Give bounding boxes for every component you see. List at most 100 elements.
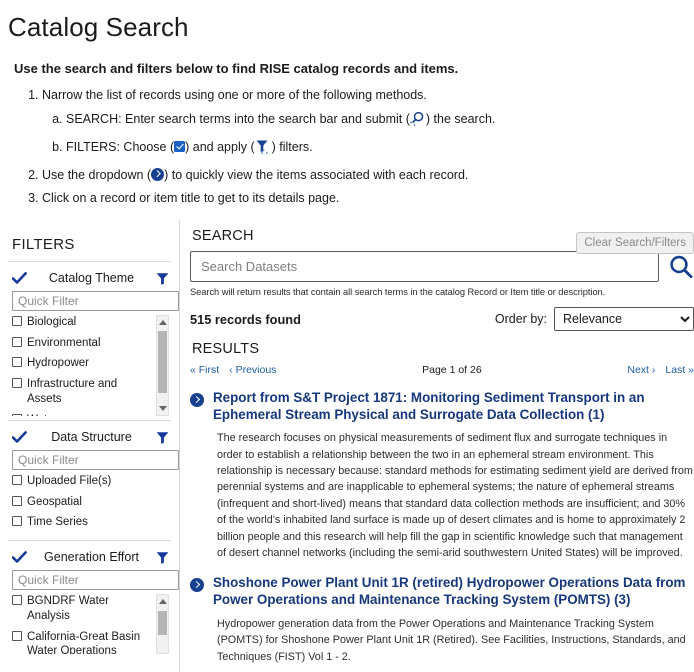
checkbox-icon[interactable] bbox=[12, 413, 22, 416]
scroll-down-arrow-icon[interactable] bbox=[157, 402, 168, 415]
check-icon[interactable] bbox=[12, 550, 27, 564]
clear-search-filters-button[interactable]: Clear Search/Filters bbox=[576, 232, 694, 254]
filter-option-label: California-Great Basin Water Operations … bbox=[27, 630, 141, 655]
checkbox-icon[interactable] bbox=[12, 516, 22, 527]
result-record-body: Report from S&T Project 1871: Monitoring… bbox=[213, 390, 694, 561]
facet-data-structure: Data Structure ✖ Uploaded File(s) Geospa… bbox=[8, 421, 179, 540]
filter-option[interactable]: California-Great Basin Water Operations … bbox=[12, 630, 151, 655]
quick-filter-input-data-structure[interactable] bbox=[12, 450, 179, 470]
facet-data-structure-header: Data Structure bbox=[8, 427, 171, 450]
checkbox-icon[interactable] bbox=[12, 495, 22, 506]
pagination-page-info: Page 1 of 26 bbox=[422, 364, 482, 376]
checkbox-icon[interactable] bbox=[12, 357, 22, 368]
instruction-step-1b-post: ) filters. bbox=[271, 140, 313, 155]
filter-option[interactable]: Infrastructure and Assets bbox=[12, 377, 151, 406]
catalog-search-page: Catalog Search Use the search and filter… bbox=[0, 12, 694, 672]
chevron-right-circle-icon[interactable] bbox=[190, 393, 204, 407]
result-record-description: The research focuses on physical measure… bbox=[217, 432, 693, 560]
pagination-next-link[interactable]: Next › bbox=[627, 364, 655, 376]
filter-option-label: Hydropower bbox=[27, 357, 89, 370]
chevron-right-circle-icon[interactable] bbox=[190, 578, 204, 593]
result-record-body: Shoshone Power Plant Unit 1R (retired) H… bbox=[213, 575, 694, 664]
pagination-first-link[interactable]: « First bbox=[190, 364, 219, 376]
result-record-title[interactable]: Report from S&T Project 1871: Monitoring… bbox=[213, 390, 694, 423]
order-by-select[interactable]: Relevance bbox=[554, 307, 694, 331]
expand-record-toggle[interactable] bbox=[190, 578, 204, 664]
instruction-step-1a-pre: SEARCH: Enter search terms into the sear… bbox=[66, 111, 410, 126]
search-bar-row bbox=[190, 251, 694, 282]
quick-filter-input-catalog-theme[interactable] bbox=[12, 291, 179, 311]
filter-option[interactable]: Time Series bbox=[12, 515, 171, 530]
filter-option-label: Environmental bbox=[27, 336, 101, 349]
order-by-group: Order by: Relevance bbox=[495, 307, 694, 331]
instruction-step-1a: SEARCH: Enter search terms into the sear… bbox=[66, 111, 694, 131]
search-icon[interactable] bbox=[668, 254, 694, 280]
checked-checkbox-icon bbox=[174, 141, 186, 153]
check-icon[interactable] bbox=[12, 430, 27, 444]
filter-option-label: BGNDRF Water Analysis bbox=[27, 595, 109, 622]
quick-filter-input-generation-effort[interactable] bbox=[12, 570, 179, 591]
scrollbar-thumb[interactable] bbox=[158, 331, 167, 393]
pagination-last-link[interactable]: Last » bbox=[665, 364, 694, 376]
scroll-up-arrow-icon[interactable] bbox=[157, 595, 168, 608]
facet-data-structure-title: Data Structure bbox=[51, 430, 132, 444]
filter-option[interactable]: BGNDRF Water Analysis bbox=[12, 594, 151, 623]
checkbox-icon[interactable] bbox=[12, 316, 22, 326]
funnel-icon[interactable] bbox=[156, 431, 169, 444]
filter-option[interactable]: Uploaded File(s) bbox=[12, 474, 171, 489]
facet-catalog-theme-quickfilter-row: ✖ bbox=[8, 291, 179, 311]
instruction-step-3: Click on a record or item title to get t… bbox=[42, 191, 694, 207]
pagination-previous-link[interactable]: ‹ Previous bbox=[229, 364, 276, 376]
filter-option[interactable]: Water bbox=[12, 413, 151, 416]
filter-option[interactable]: Geospatial bbox=[12, 495, 171, 510]
expand-record-toggle[interactable] bbox=[190, 393, 204, 561]
order-by-label: Order by: bbox=[494, 312, 547, 326]
checkbox-icon[interactable] bbox=[12, 336, 22, 347]
checkbox-icon[interactable] bbox=[12, 595, 22, 606]
scrollbar-thumb[interactable] bbox=[158, 611, 167, 636]
instruction-step-3-text: Click on a record or item title to get t… bbox=[42, 190, 340, 205]
facet-generation-effort-quickfilter-row: ✖ bbox=[8, 570, 179, 591]
pagination-right: Next › Last » bbox=[627, 364, 694, 376]
pagination: « First ‹ Previous Page 1 of 26 Next › L… bbox=[190, 364, 694, 376]
result-record-title[interactable]: Shoshone Power Plant Unit 1R (retired) H… bbox=[213, 575, 694, 608]
filter-option-label: Geospatial bbox=[27, 495, 82, 508]
intro-text: Use the search and filters below to find… bbox=[14, 61, 459, 76]
filter-option[interactable]: Environmental bbox=[12, 336, 151, 351]
search-input[interactable] bbox=[190, 251, 659, 282]
funnel-icon[interactable] bbox=[156, 272, 169, 285]
checkbox-icon[interactable] bbox=[12, 475, 22, 485]
filters-heading: FILTERS bbox=[12, 236, 75, 253]
result-record: Shoshone Power Plant Unit 1R (retired) H… bbox=[190, 575, 694, 664]
search-results-panel: SEARCH Clear Search/Filters Search will … bbox=[190, 220, 694, 672]
facet-data-structure-quickfilter-row: ✖ bbox=[8, 450, 179, 470]
filter-option-label: Water bbox=[27, 413, 151, 416]
filter-option-label: Time Series bbox=[27, 516, 88, 529]
instruction-step-1: Narrow the list of records using one or … bbox=[42, 88, 694, 159]
check-icon[interactable] bbox=[12, 271, 27, 285]
instruction-step-1a-post: ) the search. bbox=[425, 111, 496, 126]
instruction-sublist: SEARCH: Enter search terms into the sear… bbox=[42, 111, 694, 159]
result-record-description: Hydropower generation data from the Powe… bbox=[217, 617, 686, 663]
scroll-up-arrow-icon[interactable] bbox=[157, 316, 168, 329]
page-title: Catalog Search bbox=[8, 12, 189, 42]
facet-catalog-theme-title: Catalog Theme bbox=[48, 271, 135, 285]
instruction-step-2: Use the dropdown () to quickly view the … bbox=[42, 167, 694, 184]
facet-catalog-theme-options: Biological Environmental Hydropower Infr… bbox=[12, 315, 171, 416]
checkbox-icon[interactable] bbox=[12, 378, 22, 389]
filter-option[interactable]: Biological bbox=[12, 315, 151, 330]
instruction-step-1b-mid: ) and apply ( bbox=[185, 140, 255, 155]
content-columns: FILTERS Catalog Theme ✖ Biological Envir… bbox=[0, 220, 694, 672]
instruction-step-2-post: ) to quickly view the items associated w… bbox=[164, 167, 469, 182]
checkbox-icon[interactable] bbox=[12, 630, 22, 641]
records-found-count: 515 records found bbox=[190, 311, 301, 327]
facet-scrollbar-catalog-theme[interactable] bbox=[156, 315, 169, 416]
result-record: Report from S&T Project 1871: Monitoring… bbox=[190, 390, 694, 561]
facet-scrollbar-generation-effort[interactable] bbox=[156, 594, 169, 655]
funnel-icon[interactable] bbox=[156, 551, 169, 564]
instruction-list: Narrow the list of records using one or … bbox=[0, 88, 694, 206]
instruction-step-1-text: Narrow the list of records using one or … bbox=[42, 88, 427, 102]
filter-option[interactable]: Hydropower bbox=[12, 356, 151, 371]
facet-generation-effort: Generation Effort ✖ BGNDRF Water Analysi… bbox=[8, 541, 179, 658]
chevron-right-circle-icon bbox=[151, 167, 165, 181]
